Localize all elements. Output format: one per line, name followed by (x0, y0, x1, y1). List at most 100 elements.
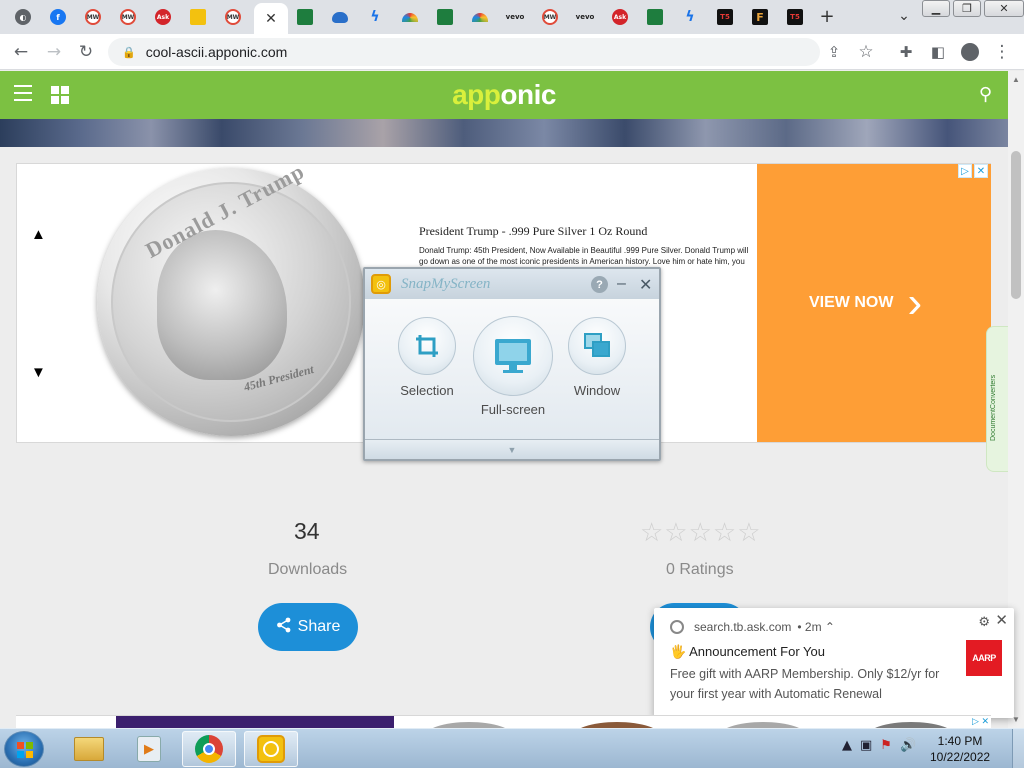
lock-icon[interactable]: 🔒 (122, 46, 136, 59)
close-window-button[interactable]: ✕ (984, 0, 1024, 17)
show-hidden-icons[interactable]: ▲ (842, 738, 852, 753)
mw-icon: MW (120, 9, 136, 25)
tab-mw-2[interactable]: MW (113, 5, 143, 29)
address-bar[interactable]: 🔒 cool-ascii.apponic.com (108, 38, 820, 66)
ad-up-arrow-icon[interactable]: ▲ (31, 226, 46, 243)
spreadsheet-icon (647, 9, 663, 25)
tab-cloud[interactable] (325, 5, 355, 29)
scroll-up-icon[interactable]: ▲ (1012, 75, 1020, 84)
forward-icon[interactable]: → (42, 40, 66, 64)
tab-sheet-1[interactable] (290, 5, 320, 29)
notification-source: search.tb.ask.com • 2m ⌃ (670, 620, 835, 634)
tab-mw-1[interactable]: MW (78, 5, 108, 29)
new-tab-button[interactable]: + (816, 5, 838, 27)
tab-vevo-2[interactable]: vevo (570, 5, 600, 29)
taskbar-snapmyscreen[interactable] (244, 731, 298, 767)
tab-chrome[interactable]: ◐ (8, 5, 38, 29)
taskbar-explorer[interactable] (62, 731, 116, 767)
bookmark-star-icon[interactable]: ☆ (854, 40, 878, 64)
lightning-icon: ϟ (685, 9, 695, 25)
bottom-ad-strip[interactable]: ▷ ✕ (16, 715, 991, 728)
tab-ask-2[interactable]: Ask (605, 5, 635, 29)
gear-icon[interactable]: ⚙ (978, 614, 990, 630)
volume-icon[interactable]: 🔊 (900, 738, 916, 753)
rating-stars[interactable]: ☆☆☆☆☆ (640, 518, 762, 548)
ad-close-icon[interactable]: ✕ (974, 164, 988, 178)
extensions-icon[interactable]: ✚ (894, 40, 918, 64)
tab-lightning-1[interactable]: ϟ (360, 5, 390, 29)
t5-icon: T5 (717, 9, 733, 25)
share-button[interactable]: Share (258, 603, 358, 651)
browser-notification[interactable]: search.tb.ask.com • 2m ⌃ ⚙ ✕ 🖐 Announcem… (654, 608, 1014, 718)
tab-active[interactable]: ✕ (254, 3, 288, 34)
vevo-icon: vevo (575, 13, 595, 21)
fullscreen-option[interactable]: Full-screen (471, 316, 555, 417)
tab-sheet-2[interactable] (430, 5, 460, 29)
side-panel-icon[interactable]: ◧ (926, 40, 950, 64)
restore-button[interactable]: ❐ (953, 0, 981, 17)
scrollbar-thumb[interactable] (1011, 151, 1021, 299)
tab-vevo-1[interactable]: vevo (500, 5, 530, 29)
tab-lightning-2[interactable]: ϟ (675, 5, 705, 29)
minimize-button[interactable]: ▁ (922, 0, 950, 17)
network-icon[interactable]: ▣ (860, 738, 872, 753)
notification-time[interactable]: • 2m ⌃ (797, 620, 835, 634)
downloads-count: 34 (294, 518, 320, 544)
tab-f[interactable]: F (745, 5, 775, 29)
action-center-icon[interactable]: ⚑ (880, 738, 892, 753)
clock[interactable]: 1:40 PM 10/22/2022 (930, 733, 990, 765)
back-icon[interactable]: ← (9, 40, 33, 64)
adchoices-icon[interactable]: ▷ (958, 164, 972, 178)
share-page-icon[interactable]: ⇪ (822, 40, 846, 64)
taskbar-chrome[interactable] (182, 731, 236, 767)
site-logo[interactable]: apponic (0, 79, 1008, 111)
mw-icon: MW (225, 9, 241, 25)
ad-down-arrow-icon[interactable]: ▼ (31, 364, 46, 381)
help-icon[interactable]: ? (591, 276, 608, 293)
tab-snapmyscreen[interactable] (183, 5, 213, 29)
crop-icon (398, 317, 456, 375)
chrome-icon: ◐ (15, 9, 31, 25)
start-button[interactable] (4, 731, 44, 767)
cloud-icon (332, 11, 348, 23)
snap-minimize-button[interactable]: – (617, 275, 626, 293)
tab-rainbow-2[interactable] (465, 5, 495, 29)
reload-icon[interactable]: ↻ (74, 40, 98, 64)
downloads-label: Downloads (268, 561, 348, 578)
close-icon[interactable]: ✕ (265, 10, 277, 27)
chevron-right-icon: › (907, 278, 923, 327)
show-desktop-button[interactable] (1012, 729, 1024, 768)
snap-expand-button[interactable]: ▼ (365, 439, 659, 459)
snapmyscreen-logo-icon: ◎ (371, 274, 391, 294)
tab-t5-1[interactable]: T5 (710, 5, 740, 29)
clock-time: 1:40 PM (937, 734, 983, 748)
site-header: apponic ⚲ (0, 71, 1008, 119)
menu-dots-icon[interactable]: ⋮ (990, 40, 1014, 64)
tab-t5-2[interactable]: T5 (780, 5, 810, 29)
tab-sheet-3[interactable] (640, 5, 670, 29)
ad-title[interactable]: President Trump - .999 Pure Silver 1 Oz … (419, 224, 647, 239)
tab-mw-3[interactable]: MW (218, 5, 248, 29)
adchoices-icon[interactable]: ▷ ✕ (972, 716, 989, 727)
document-converters-tab[interactable]: DocumentConverters (986, 326, 1008, 472)
site-search-icon[interactable]: ⚲ (979, 84, 992, 105)
snap-close-button[interactable]: ✕ (639, 275, 652, 295)
window-option[interactable]: Window (567, 317, 627, 398)
notification-title: 🖐 Announcement For You (670, 644, 825, 659)
tab-rainbow-1[interactable] (395, 5, 425, 29)
taskbar-media-player[interactable]: ▶ (122, 731, 176, 767)
tab-search-button[interactable]: ⌄ (893, 5, 915, 27)
view-now-button[interactable]: VIEW NOW › (757, 164, 991, 442)
close-icon[interactable]: ✕ (995, 611, 1008, 629)
snapmyscreen-icon (190, 9, 206, 25)
tab-mw-4[interactable]: MW (535, 5, 565, 29)
snapmyscreen-titlebar[interactable]: ◎ SnapMyScreen ? – ✕ (365, 269, 659, 299)
selection-option[interactable]: Selection (397, 317, 457, 398)
profile-icon[interactable] (958, 40, 982, 64)
tab-facebook[interactable]: f (43, 5, 73, 29)
browser-tab-strip: ◐ f MW MW Ask MW ✕ ϟ vevo MW vevo Ask ϟ … (0, 0, 1024, 34)
snapmyscreen-icon (257, 735, 285, 763)
snapmyscreen-title: SnapMyScreen (401, 275, 491, 292)
adchoices[interactable]: ▷ ✕ (958, 164, 988, 178)
tab-ask-1[interactable]: Ask (148, 5, 178, 29)
